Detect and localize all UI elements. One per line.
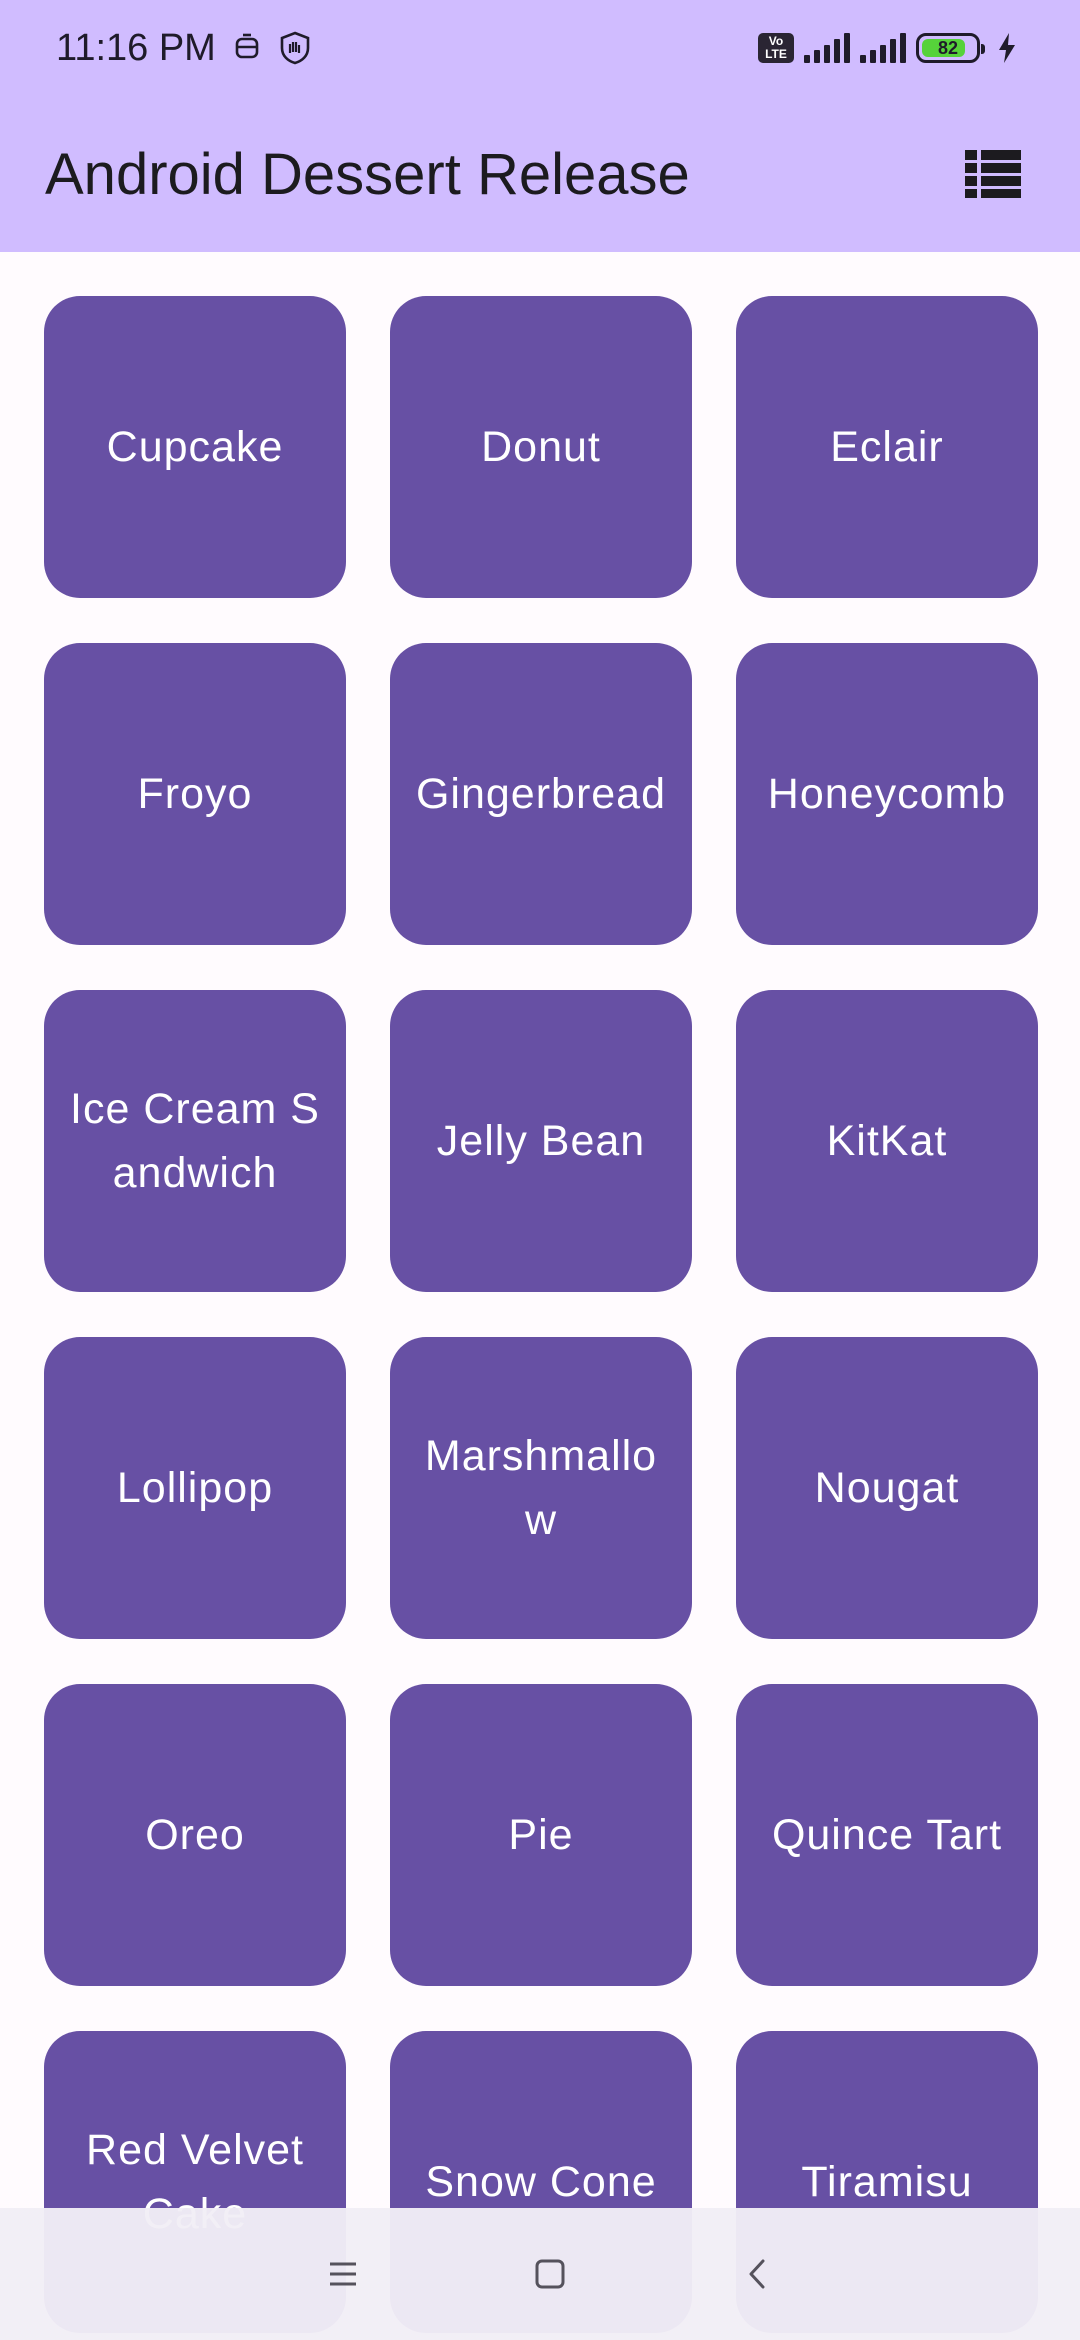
screen: 11:16 PM Vo LTE 82 Android Dessert Relea… [0, 0, 1080, 2340]
dessert-tile[interactable]: Gingerbread [390, 643, 692, 945]
dessert-tile[interactable]: Ice Cream Sandwich [44, 990, 346, 1292]
dessert-tile[interactable]: Marshmallow [390, 1337, 692, 1639]
dessert-tile[interactable]: Quince Tart [736, 1684, 1038, 1986]
layout-toggle-button[interactable] [951, 132, 1035, 216]
status-left: 11:16 PM [56, 27, 312, 70]
volte-icon: Vo LTE [758, 33, 794, 63]
app-bar: Android Dessert Release [0, 96, 1080, 252]
dessert-tile[interactable]: KitKat [736, 990, 1038, 1292]
battery-icon: 82 [916, 33, 985, 63]
home-button[interactable] [510, 2234, 590, 2314]
dessert-tile[interactable]: Honeycomb [736, 643, 1038, 945]
dessert-tile[interactable]: Jelly Bean [390, 990, 692, 1292]
page-title: Android Dessert Release [45, 141, 690, 207]
notification-icon [230, 31, 264, 65]
list-layout-icon [965, 150, 1021, 198]
dessert-tile[interactable]: Cupcake [44, 296, 346, 598]
shield-hand-icon [278, 31, 312, 65]
status-bar: 11:16 PM Vo LTE 82 [0, 0, 1080, 96]
charging-icon [990, 31, 1024, 65]
signal-icon [804, 33, 850, 63]
dessert-tile[interactable]: Nougat [736, 1337, 1038, 1639]
dessert-tile[interactable]: Pie [390, 1684, 692, 1986]
dessert-grid: Cupcake Donut Eclair Froyo Gingerbread H… [44, 296, 1038, 2333]
status-right: Vo LTE 82 [758, 31, 1024, 65]
status-time: 11:16 PM [56, 26, 216, 69]
recents-button[interactable] [303, 2234, 383, 2314]
signal-icon [860, 33, 906, 63]
battery-level: 82 [937, 37, 959, 58]
dessert-tile[interactable]: Oreo [44, 1684, 346, 1986]
back-icon [749, 2259, 765, 2289]
dessert-tile[interactable]: Donut [390, 296, 692, 598]
dessert-tile[interactable]: Eclair [736, 296, 1038, 598]
home-icon [535, 2259, 565, 2289]
navigation-bar [0, 2208, 1080, 2340]
back-button[interactable] [717, 2234, 797, 2314]
dessert-tile[interactable]: Lollipop [44, 1337, 346, 1639]
dessert-tile[interactable]: Froyo [44, 643, 346, 945]
menu-icon [330, 2262, 357, 2286]
top-bar: 11:16 PM Vo LTE 82 Android Dessert Relea… [0, 0, 1080, 252]
